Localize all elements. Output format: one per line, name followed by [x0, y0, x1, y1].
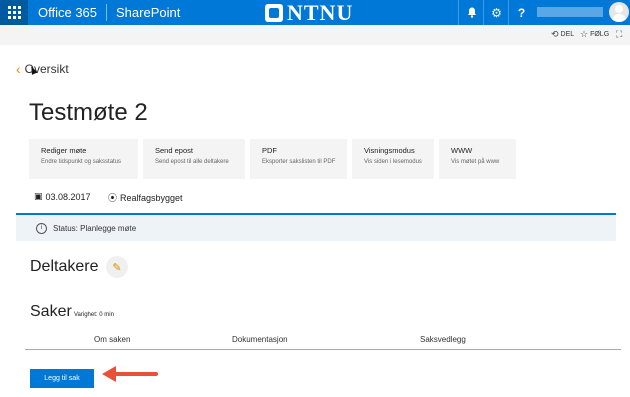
- info-icon: i: [36, 222, 47, 234]
- meeting-location-value: Realfagsbygget: [120, 192, 183, 203]
- page-title: Testmøte 2: [29, 99, 148, 126]
- meeting-location: ⦿ Realfagsbygget: [108, 191, 183, 204]
- participants-heading: Deltakere: [30, 258, 99, 275]
- pdf-tile[interactable]: PDF Eksporter sakslisten til PDF: [250, 139, 347, 179]
- tile-title: PDF: [262, 146, 277, 155]
- sharepoint-link[interactable]: SharePoint: [116, 0, 180, 25]
- table-divider: [25, 349, 621, 350]
- suite-bar: Office 365 SharePoint NTNU ⚙ ?: [0, 0, 630, 25]
- add-item-button[interactable]: Legg til sak: [30, 369, 94, 388]
- view-mode-tile[interactable]: Visningsmodus Vis siden i lesemodus: [352, 139, 434, 179]
- notifications-button[interactable]: [458, 0, 484, 25]
- tile-title: Visningsmodus: [364, 146, 415, 155]
- share-label: DEL: [560, 31, 575, 38]
- waffle-icon: [7, 6, 21, 19]
- status-text: Status: Planlegge møte: [53, 223, 137, 233]
- tile-title: Rediger møte: [41, 146, 87, 155]
- pencil-icon: ✎: [112, 261, 122, 274]
- agenda-heading: Saker: [30, 303, 72, 320]
- back-link[interactable]: ‹ Oversikt: [16, 61, 69, 77]
- location-icon: ⦿: [108, 193, 118, 203]
- tile-title: WWW: [451, 146, 473, 155]
- star-icon: ☆: [580, 29, 589, 39]
- divider: [106, 4, 107, 21]
- tile-subtitle: Endre tidspunkt og saksstatus: [41, 159, 122, 165]
- column-header: Om saken: [94, 335, 131, 344]
- fullscreen-icon: ⛶: [616, 29, 623, 39]
- ntnu-logo-icon: [265, 3, 283, 22]
- settings-button[interactable]: ⚙: [483, 0, 509, 25]
- follow-label: FØLG: [590, 31, 610, 38]
- tile-title: Send epost: [155, 146, 193, 155]
- help-icon: ?: [517, 5, 526, 20]
- follow-button[interactable]: ☆ FØLG: [580, 29, 609, 40]
- edit-participants-button[interactable]: ✎: [106, 256, 128, 278]
- ntnu-logo-text: NTNU: [287, 0, 354, 25]
- app-launcher-button[interactable]: [0, 0, 28, 25]
- meeting-date: ▣ 03.08.2017: [34, 191, 91, 202]
- status-bar: i Status: Planlegge møte: [16, 213, 616, 241]
- gear-icon: ⚙: [491, 5, 502, 20]
- action-tiles: Rediger møte Endre tidspunkt og saksstat…: [29, 139, 521, 179]
- bell-icon: [467, 7, 476, 18]
- office365-link[interactable]: Office 365: [38, 0, 97, 25]
- ntnu-logo[interactable]: NTNU: [265, 1, 353, 24]
- annotation-arrow-icon: [102, 366, 158, 382]
- meeting-date-value: 03.08.2017: [45, 191, 91, 202]
- column-header: Dokumentasjon: [232, 335, 288, 344]
- share-icon: ⟲: [551, 29, 559, 39]
- agenda-duration: Varighet: 0 min: [74, 312, 114, 318]
- send-email-tile[interactable]: Send epost Send epost til alle deltakere: [143, 139, 245, 179]
- avatar[interactable]: [609, 2, 629, 22]
- tile-subtitle: Eksporter sakslisten til PDF: [262, 159, 336, 165]
- share-button[interactable]: ⟲ DEL: [551, 29, 574, 40]
- focus-mode-button[interactable]: ⛶: [616, 29, 624, 40]
- calendar-icon: ▣: [34, 191, 43, 201]
- column-header: Saksvedlegg: [420, 335, 466, 344]
- tile-subtitle: Vis møtet på www: [451, 159, 500, 165]
- www-tile[interactable]: WWW Vis møtet på www: [439, 139, 516, 179]
- command-bar: ⟲ DEL ☆ FØLG ⛶: [0, 25, 630, 45]
- edit-meeting-tile[interactable]: Rediger møte Endre tidspunkt og saksstat…: [29, 139, 138, 179]
- tile-subtitle: Vis siden i lesemodus: [364, 159, 422, 165]
- tile-subtitle: Send epost til alle deltakere: [155, 159, 229, 165]
- user-name-redacted[interactable]: [537, 7, 603, 17]
- chevron-left-icon: ‹: [16, 61, 21, 77]
- help-button[interactable]: ?: [508, 0, 534, 25]
